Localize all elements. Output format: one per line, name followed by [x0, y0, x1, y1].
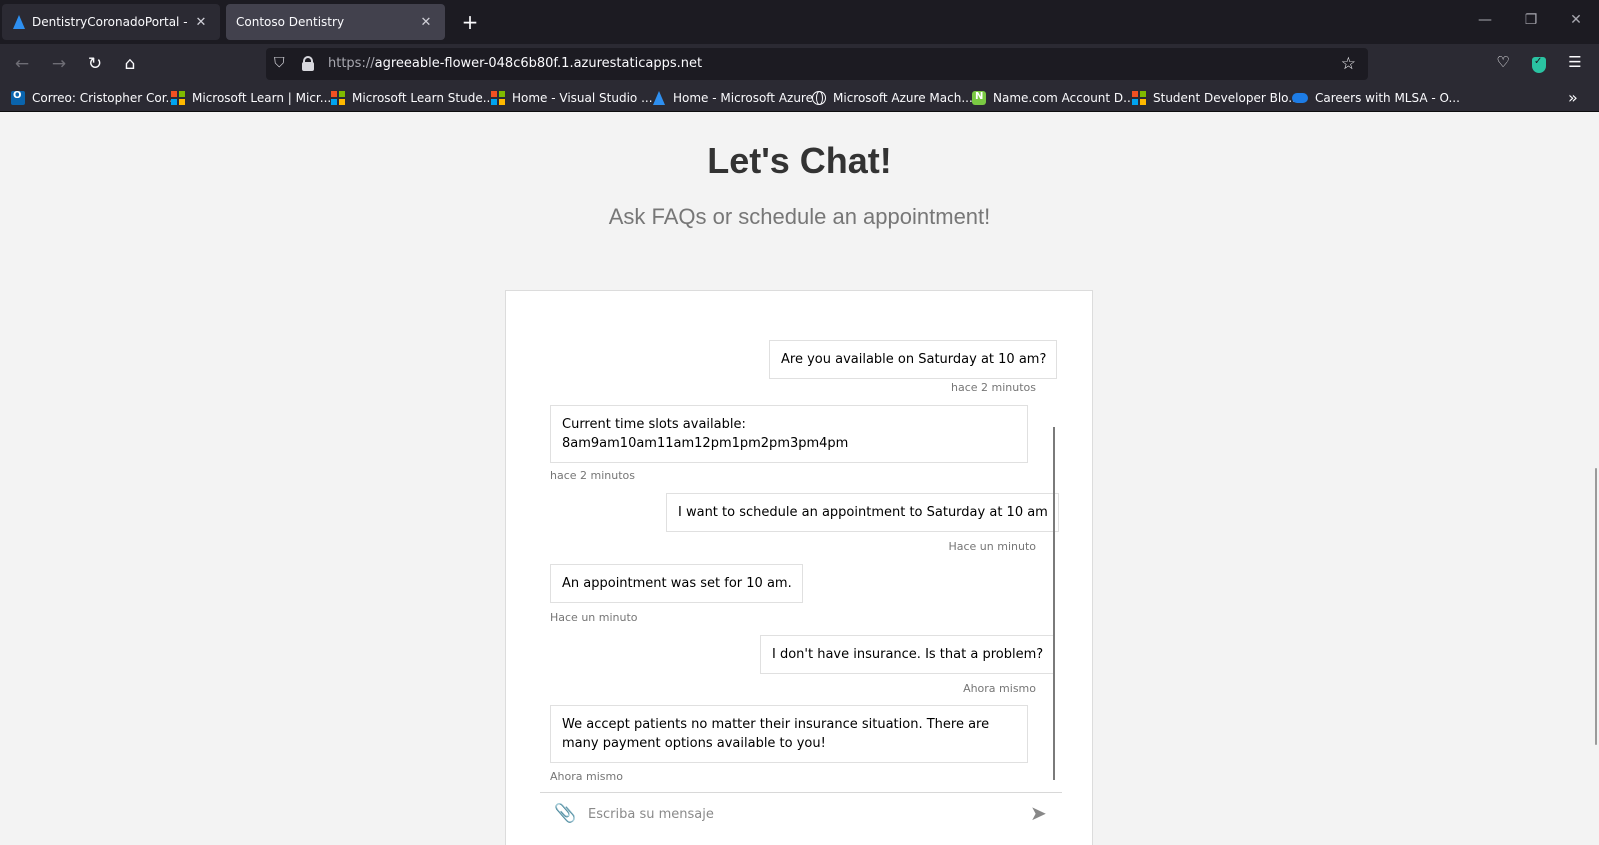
bookmark-item[interactable]: Careers with MLSA - O... [1292, 89, 1460, 107]
minimize-icon[interactable]: — [1475, 12, 1495, 28]
lock-icon[interactable] [302, 56, 314, 71]
globe-icon [812, 91, 826, 105]
user-message: I want to schedule an appointment to Sat… [666, 493, 1059, 532]
tab-close-icon[interactable]: ✕ [192, 15, 210, 30]
restore-icon[interactable]: ❐ [1521, 12, 1541, 28]
bookmark-label: Microsoft Learn Stude... [352, 91, 495, 105]
bot-message: We accept patients no matter their insur… [550, 705, 1028, 763]
page-scrollbar[interactable] [1595, 468, 1597, 745]
message-timestamp: Hace un minuto [948, 540, 1036, 553]
tab-close-icon[interactable]: ✕ [417, 15, 435, 30]
bookmark-label: Home - Microsoft Azure [673, 91, 813, 105]
user-message: I don't have insurance. Is that a proble… [760, 635, 1055, 674]
namecom-icon [972, 91, 986, 105]
menu-icon[interactable]: ☰ [1564, 53, 1586, 71]
bot-message: Current time slots available: 8am9am10am… [550, 405, 1028, 463]
tab-title: DentistryCoronadoPortal - Mic [32, 15, 192, 29]
url-host: agreeable-flower-048c6b80f.1.azurestatic… [374, 56, 703, 71]
bookmark-star-icon[interactable]: ☆ [1341, 54, 1356, 74]
bookmark-item[interactable]: Student Developer Blo... [1132, 89, 1300, 107]
bookmark-label: Home - Visual Studio ... [512, 91, 653, 105]
page-title: Let's Chat! [707, 140, 892, 181]
close-window-icon[interactable]: ✕ [1566, 12, 1586, 28]
tab-strip: DentistryCoronadoPortal - Mic ✕ Contoso … [0, 0, 1599, 44]
bookmark-item[interactable]: Home - Microsoft Azure [652, 89, 813, 107]
bookmark-item[interactable]: Home - Visual Studio ... [491, 89, 653, 107]
bookmark-label: Careers with MLSA - O... [1315, 91, 1460, 105]
message-timestamp: hace 2 minutos [950, 381, 1036, 394]
vpn-extension-icon[interactable] [1532, 56, 1546, 73]
url-scheme: https:// [328, 56, 375, 71]
bookmarks-toolbar: Correo: Cristopher Cor... Microsoft Lear… [0, 84, 1599, 112]
message-composer: 📎 ➤ [540, 792, 1062, 836]
bot-message-line: 8am9am10am11am12pm1pm2pm3pm4pm [562, 436, 849, 451]
bookmark-item[interactable]: Correo: Cristopher Cor... [11, 89, 177, 107]
onedrive-icon [1292, 93, 1308, 103]
url-text[interactable]: https://agreeable-flower-048c6b80f.1.azu… [328, 56, 702, 71]
user-message: Are you available on Saturday at 10 am? [769, 340, 1058, 379]
page-subtitle: Ask FAQs or schedule an appointment! [608, 204, 991, 229]
bookmark-label: Student Developer Blo... [1153, 91, 1300, 105]
message-timestamp: hace 2 minutos [550, 469, 636, 482]
azure-icon [652, 91, 666, 105]
message-input[interactable] [588, 803, 988, 825]
bookmark-label: Correo: Cristopher Cor... [32, 91, 177, 105]
tab-contoso-dentistry[interactable]: Contoso Dentistry ✕ [226, 4, 445, 40]
microsoft-icon [1132, 91, 1146, 105]
bookmark-label: Microsoft Azure Mach... [833, 91, 973, 105]
tab-title: Contoso Dentistry [236, 15, 345, 29]
attach-file-icon[interactable]: 📎 [554, 803, 576, 824]
bookmark-item[interactable]: Microsoft Azure Mach... [812, 89, 973, 107]
home-button[interactable]: ⌂ [118, 52, 142, 76]
bot-message: An appointment was set for 10 am. [550, 564, 803, 603]
microsoft-icon [491, 91, 505, 105]
navigation-toolbar: ← → ↻ ⌂ ⛉ https://agreeable-flower-048c6… [0, 44, 1599, 84]
bookmark-item[interactable]: Microsoft Learn | Micr... [171, 89, 331, 107]
outlook-icon [11, 90, 25, 105]
chat-scrollbar[interactable] [1053, 427, 1055, 780]
microsoft-icon [331, 91, 345, 105]
back-button[interactable]: ← [10, 52, 34, 76]
new-tab-button[interactable]: + [458, 10, 482, 34]
forward-button[interactable]: → [47, 52, 71, 76]
address-bar[interactable]: ⛉ https://agreeable-flower-048c6b80f.1.a… [266, 48, 1368, 80]
pocket-icon[interactable]: ♡ [1492, 53, 1514, 71]
reload-button[interactable]: ↻ [83, 52, 107, 76]
send-icon[interactable]: ➤ [1030, 801, 1047, 825]
tracking-protection-shield-icon[interactable]: ⛉ [274, 55, 285, 71]
message-timestamp: Ahora mismo [963, 682, 1036, 695]
bot-message-line: Current time slots available: [562, 417, 746, 432]
azure-logo-icon [12, 15, 26, 29]
tab-dentistry-portal[interactable]: DentistryCoronadoPortal - Mic ✕ [2, 4, 220, 40]
message-timestamp: Hace un minuto [550, 611, 638, 624]
bookmark-item[interactable]: Microsoft Learn Stude... [331, 89, 494, 107]
bookmarks-overflow-icon[interactable]: » [1568, 88, 1578, 107]
bookmark-item[interactable]: Name.com Account D... [972, 89, 1135, 107]
chat-window: Are you available on Saturday at 10 am? … [505, 290, 1093, 845]
microsoft-icon [171, 91, 185, 105]
message-timestamp: Ahora mismo [550, 770, 623, 783]
bookmark-label: Microsoft Learn | Micr... [192, 91, 332, 105]
bookmark-label: Name.com Account D... [993, 91, 1135, 105]
web-page: Let's Chat! Ask FAQs or schedule an appo… [0, 112, 1599, 845]
